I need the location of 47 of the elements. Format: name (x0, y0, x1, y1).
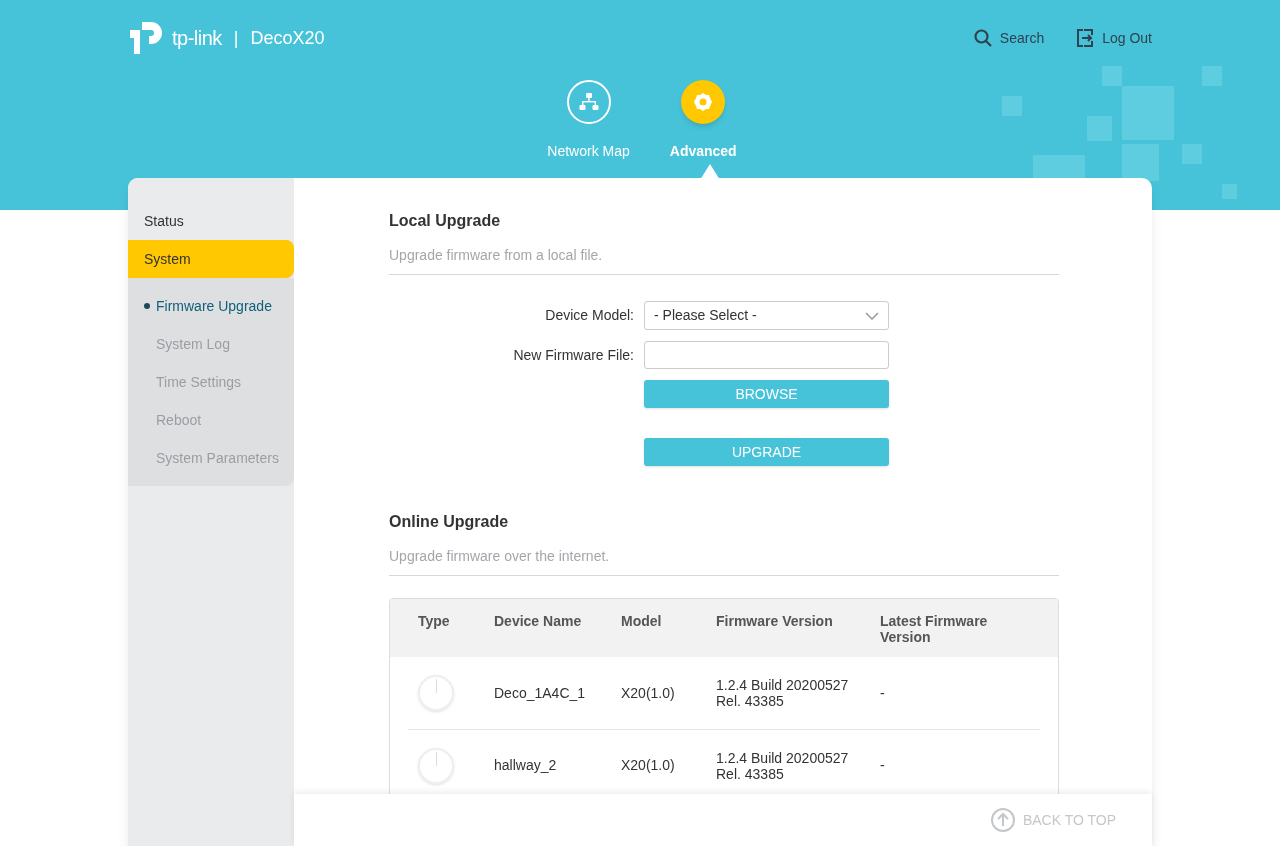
column-header: Model (621, 613, 663, 631)
firmware-file-field[interactable] (644, 341, 889, 369)
section-subtitle: Upgrade firmware from a local file. (389, 245, 1059, 275)
logout-button[interactable]: Log Out (1076, 27, 1152, 49)
device-model-dropdown[interactable]: - Please Select - (644, 301, 889, 330)
column-header: Device Name (494, 613, 583, 631)
browse-button[interactable]: BROWSE (644, 380, 889, 408)
table-cell-text: hallway_2 (494, 756, 558, 775)
submenu-item[interactable]: Firmware Upgrade (128, 287, 294, 325)
section-title: Online Upgrade (389, 512, 510, 532)
device-icon (418, 675, 454, 711)
column-header: Latest Firmware Version (880, 613, 989, 647)
nav-tab[interactable]: Network Map (547, 80, 630, 162)
brand-logo: tp-link (172, 26, 222, 51)
table-cell-text: X20(1.0) (621, 756, 676, 775)
submenu-item[interactable]: System Log (128, 325, 294, 363)
logout-icon (1076, 29, 1095, 47)
sidebar-item[interactable]: Status (128, 202, 294, 240)
table-cell-text: - (880, 756, 886, 775)
search-icon (973, 29, 992, 47)
table-cell-text: 1.2.4 Build 20200527 Rel. 43385 (716, 749, 850, 782)
logo-icon (128, 20, 164, 56)
table-cell-text: Deco_1A4C_1 (494, 683, 587, 703)
sidebar-item[interactable]: System (128, 240, 294, 278)
column-header: Firmware Version (716, 613, 834, 631)
table-cell-text: - (880, 683, 886, 703)
separator: | (233, 26, 239, 50)
field-label: New Firmware File: (512, 345, 634, 365)
chevron-down-icon (865, 311, 879, 320)
section-title: Local Upgrade (389, 211, 502, 231)
submenu-item[interactable]: Time Settings (128, 363, 294, 401)
nav-tab[interactable]: Advanced (669, 80, 737, 162)
device-icon (418, 747, 454, 784)
network-icon (566, 80, 611, 124)
table-cell-text: 1.2.4 Build 20200527 Rel. 43385 (716, 677, 850, 709)
bullet-icon (144, 303, 150, 309)
upgrade-button[interactable]: UPGRADE (644, 438, 889, 466)
submenu-item[interactable]: System Parameters (128, 439, 294, 477)
field-label: Device Model: (544, 306, 634, 325)
search-button[interactable]: Search (973, 27, 1045, 49)
table-cell-text: X20(1.0) (621, 683, 676, 703)
arrow-up-icon (990, 808, 1015, 832)
back-to-top-link[interactable]: BACK TO TOP (990, 808, 1116, 832)
product-name: DecoX20 (250, 26, 325, 50)
submenu-item[interactable]: Reboot (128, 401, 294, 439)
column-header: Type (417, 613, 451, 631)
section-subtitle: Upgrade firmware over the internet. (389, 546, 1059, 576)
